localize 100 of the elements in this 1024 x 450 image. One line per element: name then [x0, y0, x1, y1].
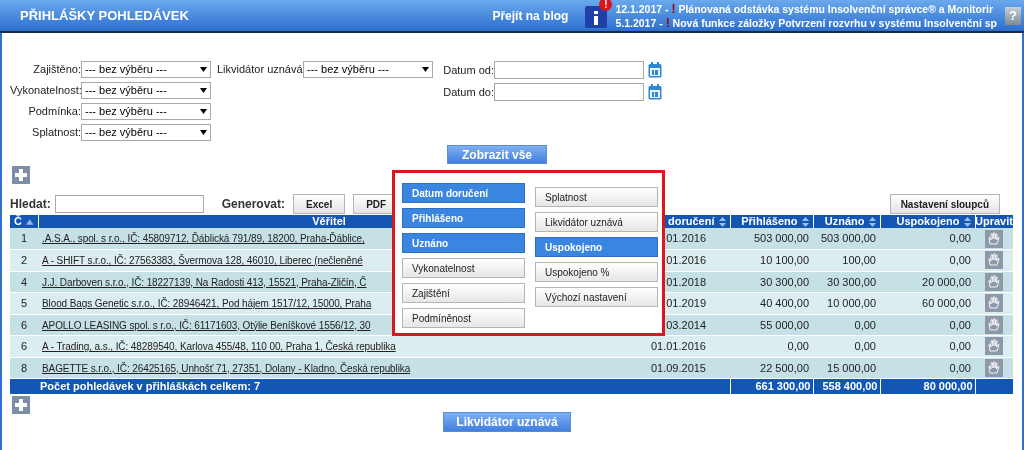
- hand-icon[interactable]: [985, 337, 1003, 356]
- search-field[interactable]: [54, 195, 204, 213]
- generate-label: Generovat:: [221, 196, 286, 213]
- table-cell: 2: [20, 254, 28, 266]
- table-cell: 503 000,00: [820, 232, 876, 245]
- table-cell: 6: [20, 340, 28, 352]
- sort-icon[interactable]: [868, 216, 876, 227]
- sort-icon[interactable]: [718, 216, 726, 227]
- column-header[interactable]: doručení: [668, 215, 715, 228]
- filter-label: Likvidátor uznává:: [217, 62, 303, 78]
- column-toggle-button[interactable]: Uspokojeno: [535, 237, 658, 257]
- creditor-link[interactable]: BAGETTE s.r.o., IČ: 26425165, Unhošť 71, 27351, Dolany - Kladno, Česká republika: [42, 362, 411, 374]
- dropdown[interactable]: --- bez výběru ---: [81, 82, 211, 99]
- date-field[interactable]: [494, 61, 644, 79]
- hand-icon[interactable]: [985, 229, 1003, 248]
- blog-link[interactable]: Přejít na blog: [492, 6, 569, 25]
- table-cell: 30 300,00: [827, 275, 876, 288]
- column-toggle-button[interactable]: Zajištění: [402, 283, 525, 303]
- filter-label: Zajištěno:: [32, 62, 81, 78]
- column-toggle-button[interactable]: Uspokojeno %: [535, 262, 658, 282]
- table-cell: 22 500,00: [760, 361, 809, 374]
- column-toggle-button[interactable]: Výchozí nastavení: [535, 287, 658, 307]
- column-header[interactable]: Uznáno: [824, 215, 865, 228]
- column-header[interactable]: Uspokojeno: [896, 215, 960, 228]
- dropdown[interactable]: --- bez výběru ---: [81, 61, 211, 78]
- table-cell: 0,00: [854, 318, 876, 331]
- filter-label: Datum do:: [442, 84, 494, 100]
- info-icon[interactable]: [585, 5, 608, 30]
- creditor-link[interactable]: A - SHIFT s.r.o., IČ: 27563383, Švermova 128, 46010, Liberec (nečleněné: [42, 255, 363, 266]
- dropdown[interactable]: --- bez výběru ---: [303, 61, 433, 78]
- table-cell: 20 000,00: [922, 275, 971, 288]
- table-cell: 0,00: [787, 340, 809, 352]
- column-toggle-button[interactable]: Splatnost: [535, 187, 658, 207]
- caret-icon: [200, 88, 207, 93]
- dropdown[interactable]: --- bez výběru ---: [81, 124, 211, 141]
- table-cell: 01.09.2015: [650, 361, 706, 374]
- column-toggle-button[interactable]: Vykonatelnost: [402, 258, 525, 278]
- export-button[interactable]: Excel: [293, 194, 346, 214]
- filter-label: Podmínka:: [27, 104, 81, 120]
- alert-badge: !: [599, 0, 613, 11]
- column-toggle-button[interactable]: Datum doručení: [402, 183, 525, 203]
- column-header[interactable]: Věřitel: [312, 215, 346, 228]
- column-settings-button[interactable]: Nastavení sloupců: [889, 194, 1000, 214]
- calendar-icon[interactable]: [648, 84, 662, 100]
- hand-icon[interactable]: [985, 294, 1003, 313]
- column-header[interactable]: Č: [14, 215, 22, 228]
- table-cell: 10 000,00: [827, 297, 876, 309]
- table-cell: 01.2018: [666, 275, 706, 288]
- creditor-link[interactable]: APOLLO LEASING spol. s r.o., IČ: 61171603, Otýlie Beníškové 1556/12, 30: [42, 319, 371, 331]
- caret-icon: [200, 109, 207, 114]
- caret-icon: [422, 67, 429, 72]
- hand-icon[interactable]: [985, 272, 1003, 291]
- creditor-link[interactable]: .A.S.A., spol. s r.o., IČ: 45809712, Ďáblická 791/89, 18200, Praha-Ďáblice,: [42, 233, 365, 245]
- column-toggle-button[interactable]: Přihlášeno: [402, 208, 525, 228]
- add-icon[interactable]: [12, 396, 30, 414]
- sort-icon[interactable]: [963, 216, 971, 227]
- column-header[interactable]: Upravit: [975, 215, 1013, 228]
- table-cell: 03.2014: [666, 318, 706, 331]
- news-link[interactable]: 5.1.2017 - ! Nová funkce záložky Potvrzení rozvrhu v systému Insolvenční sp: [615, 15, 997, 30]
- total-cell: 558 400,00: [822, 380, 878, 392]
- column-header[interactable]: Přihlášeno: [741, 215, 798, 228]
- table-cell: 0,00: [949, 340, 971, 352]
- creditor-link[interactable]: Blood Bags Genetic s.r.o., IČ: 28946421, Pod hájem 1517/12, 15000, Praha: [42, 298, 372, 309]
- creditor-link[interactable]: J.J. Darboven s.r.o., IČ: 18227139, Na Radosti 413, 15521, Praha-Zličín, Č: [42, 276, 367, 288]
- total-cell: 80 000,00: [923, 380, 973, 392]
- table-cell: 01.01.2016: [650, 340, 706, 352]
- add-icon[interactable]: [12, 166, 30, 184]
- hand-icon[interactable]: [985, 251, 1003, 270]
- table-cell: 1: [20, 232, 28, 245]
- table-cell: 10 100,00: [760, 254, 809, 266]
- hand-icon[interactable]: [985, 358, 1003, 377]
- total-count: Počet pohledávek v přihláškách celkem: 7: [40, 380, 261, 392]
- table-cell: 503 000,00: [753, 232, 809, 245]
- table-cell: 0,00: [949, 361, 971, 374]
- search-label: Hledat:: [10, 196, 51, 213]
- column-toggle-button[interactable]: Uznáno: [402, 233, 525, 253]
- table-cell: 0,00: [949, 232, 971, 245]
- total-cell: 661 300,00: [755, 380, 811, 392]
- table-cell: 8: [20, 361, 28, 374]
- creditor-link[interactable]: A - Trading, a.s., IČ: 48289540, Karlova 455/48, 110 00, Praha 1, Česká republika: [42, 341, 396, 352]
- table-cell: 100,00: [842, 254, 876, 266]
- filter-label: Splatnost:: [31, 125, 81, 141]
- filter-label: Vykonatelnost:: [10, 83, 81, 99]
- table-cell: 0,00: [854, 340, 876, 352]
- table-cell: 01.2016: [666, 232, 706, 245]
- hand-icon[interactable]: [985, 315, 1003, 334]
- column-toggle-button[interactable]: Likvidátor uznává: [535, 212, 658, 232]
- sort-icon[interactable]: [801, 216, 809, 227]
- calendar-icon[interactable]: [648, 62, 662, 78]
- date-field[interactable]: [494, 83, 644, 101]
- caret-icon: [200, 130, 207, 135]
- column-toggle-button[interactable]: Podmíněnost: [402, 308, 525, 328]
- filter-label: Datum od:: [442, 62, 494, 78]
- caret-icon: [200, 67, 207, 72]
- table-cell: 40 400,00: [760, 297, 809, 309]
- table-cell: 30 300,00: [760, 275, 809, 288]
- table-cell: 6: [20, 318, 28, 331]
- page-title: PŘIHLÁŠKY POHLEDÁVEK: [20, 6, 189, 25]
- dropdown[interactable]: --- bez výběru ---: [81, 103, 211, 120]
- sort-ascending-icon[interactable]: [25, 218, 34, 225]
